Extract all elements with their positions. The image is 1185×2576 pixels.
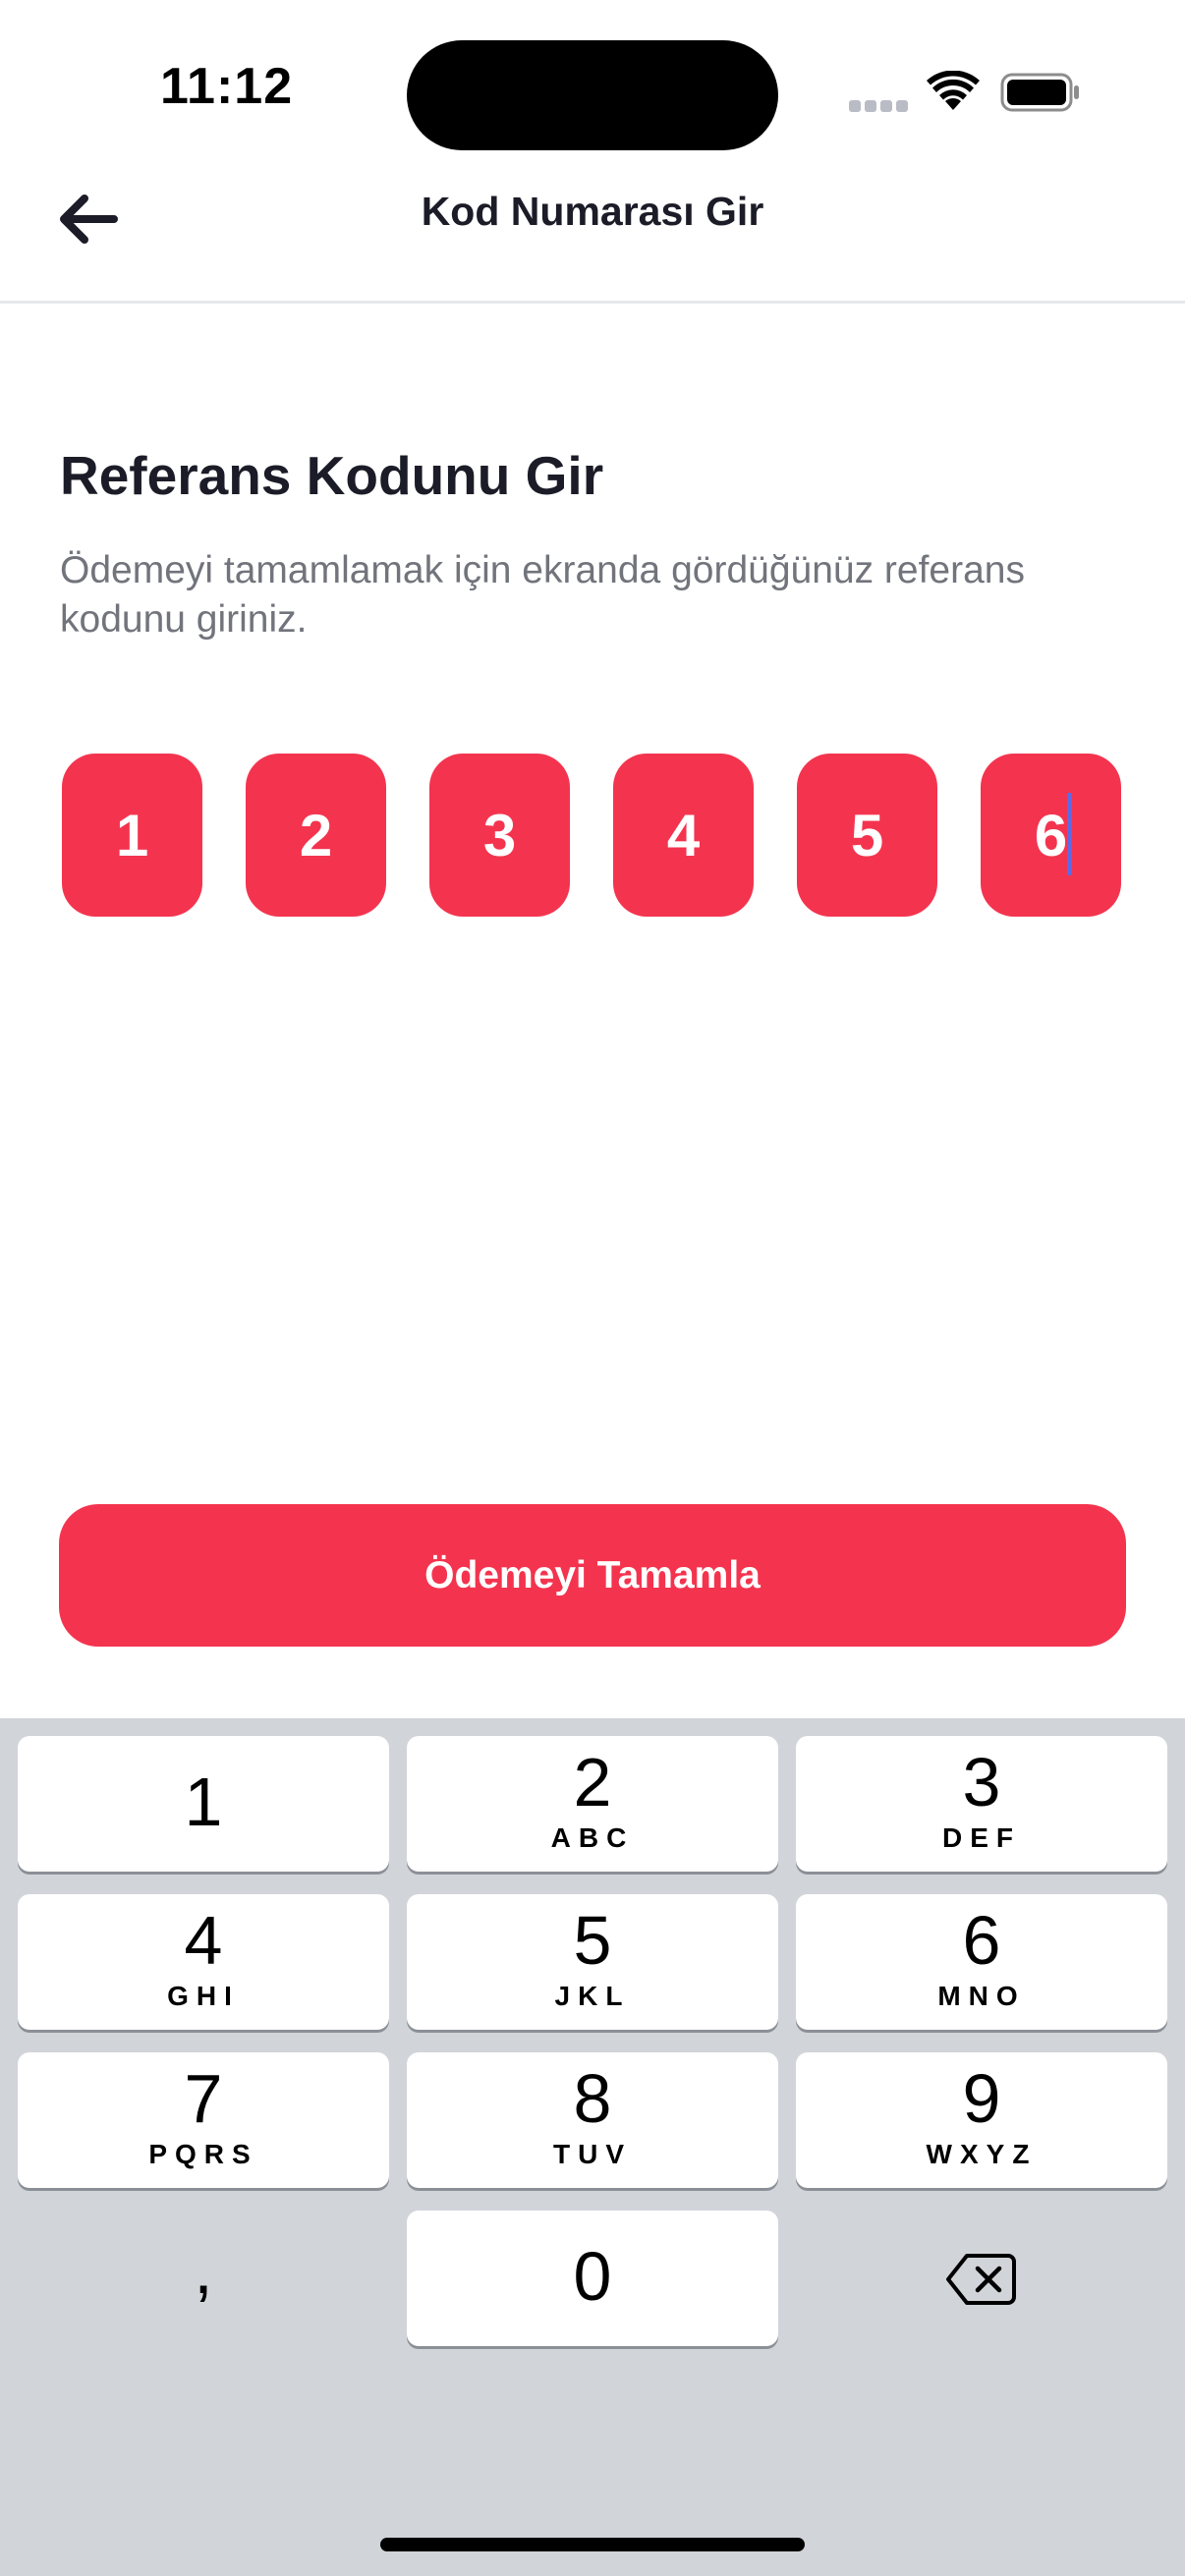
key-letters: ABC <box>550 1822 635 1853</box>
key-digit: 0 <box>573 2238 612 2315</box>
key-letters: GHI <box>167 1981 240 2011</box>
section-description: Ödemeyi tamamlamak için ekranda gördüğün… <box>60 549 1025 641</box>
key-5[interactable]: 5 JKL <box>407 1894 778 2030</box>
battery-icon <box>1000 73 1081 112</box>
backspace-icon <box>946 2254 1016 2305</box>
key-digit: 8 <box>573 2060 612 2137</box>
code-digit-box[interactable]: 4 <box>613 754 754 917</box>
code-digit: 6 <box>1034 802 1068 868</box>
code-digit-box[interactable]: 2 <box>246 754 386 917</box>
code-digit-box[interactable]: 5 <box>797 754 937 917</box>
key-letters: WXYZ <box>926 2139 1038 2169</box>
home-indicator[interactable] <box>380 2538 805 2551</box>
code-digit: 4 <box>666 802 701 868</box>
dynamic-island <box>407 40 778 150</box>
key-8[interactable]: 8 TUV <box>407 2052 778 2188</box>
key-digit: 5 <box>573 1902 612 1979</box>
code-digit-box[interactable]: 3 <box>429 754 570 917</box>
key-digit: 7 <box>184 2060 223 2137</box>
key-digit: 6 <box>962 1902 1001 1979</box>
text-caret <box>1067 793 1072 875</box>
numeric-keyboard: 1 2 ABC 3 DEF 4 GHI 5 JKL 6 MNO 7 PQRS 8… <box>0 1718 1185 2576</box>
key-3[interactable]: 3 DEF <box>796 1736 1167 1872</box>
navigation-bar: Kod Numarası Gir <box>0 147 1185 304</box>
key-comma-label: , <box>194 2231 213 2308</box>
code-digit: 3 <box>482 802 517 868</box>
page-title: Kod Numarası Gir <box>421 189 764 234</box>
wifi-icon <box>927 70 980 112</box>
key-digit: 4 <box>184 1902 223 1979</box>
key-2[interactable]: 2 ABC <box>407 1736 778 1872</box>
key-6[interactable]: 6 MNO <box>796 1894 1167 2030</box>
key-letters: JKL <box>554 1981 631 2011</box>
cellular-signal-icon <box>849 100 908 112</box>
key-0[interactable]: 0 <box>407 2211 778 2346</box>
delete-key[interactable] <box>796 2211 1167 2346</box>
code-digit: 1 <box>115 802 149 868</box>
key-digit: 2 <box>573 1744 612 1820</box>
section-heading: Referans Kodunu Gir <box>60 445 604 506</box>
key-comma[interactable]: , <box>18 2211 389 2346</box>
key-digit: 3 <box>962 1744 1001 1820</box>
key-7[interactable]: 7 PQRS <box>18 2052 389 2188</box>
code-digit: 5 <box>850 802 884 868</box>
code-digit-box[interactable]: 1 <box>62 754 202 917</box>
key-9[interactable]: 9 WXYZ <box>796 2052 1167 2188</box>
key-letters: PQRS <box>148 2139 258 2169</box>
complete-payment-button[interactable]: Ödemeyi Tamamla <box>59 1504 1126 1647</box>
key-digit: 1 <box>184 1764 223 1840</box>
key-4[interactable]: 4 GHI <box>18 1894 389 2030</box>
reference-code-input[interactable]: 1 2 3 4 5 6 <box>62 754 1123 917</box>
status-time: 11:12 <box>160 58 294 115</box>
code-digit: 2 <box>299 802 333 868</box>
key-letters: DEF <box>942 1822 1021 1853</box>
code-digit-box-active[interactable]: 6 <box>981 754 1121 917</box>
key-letters: TUV <box>553 2139 632 2169</box>
key-1[interactable]: 1 <box>18 1736 389 1872</box>
key-letters: MNO <box>937 1981 1026 2011</box>
key-digit: 9 <box>962 2060 1001 2137</box>
